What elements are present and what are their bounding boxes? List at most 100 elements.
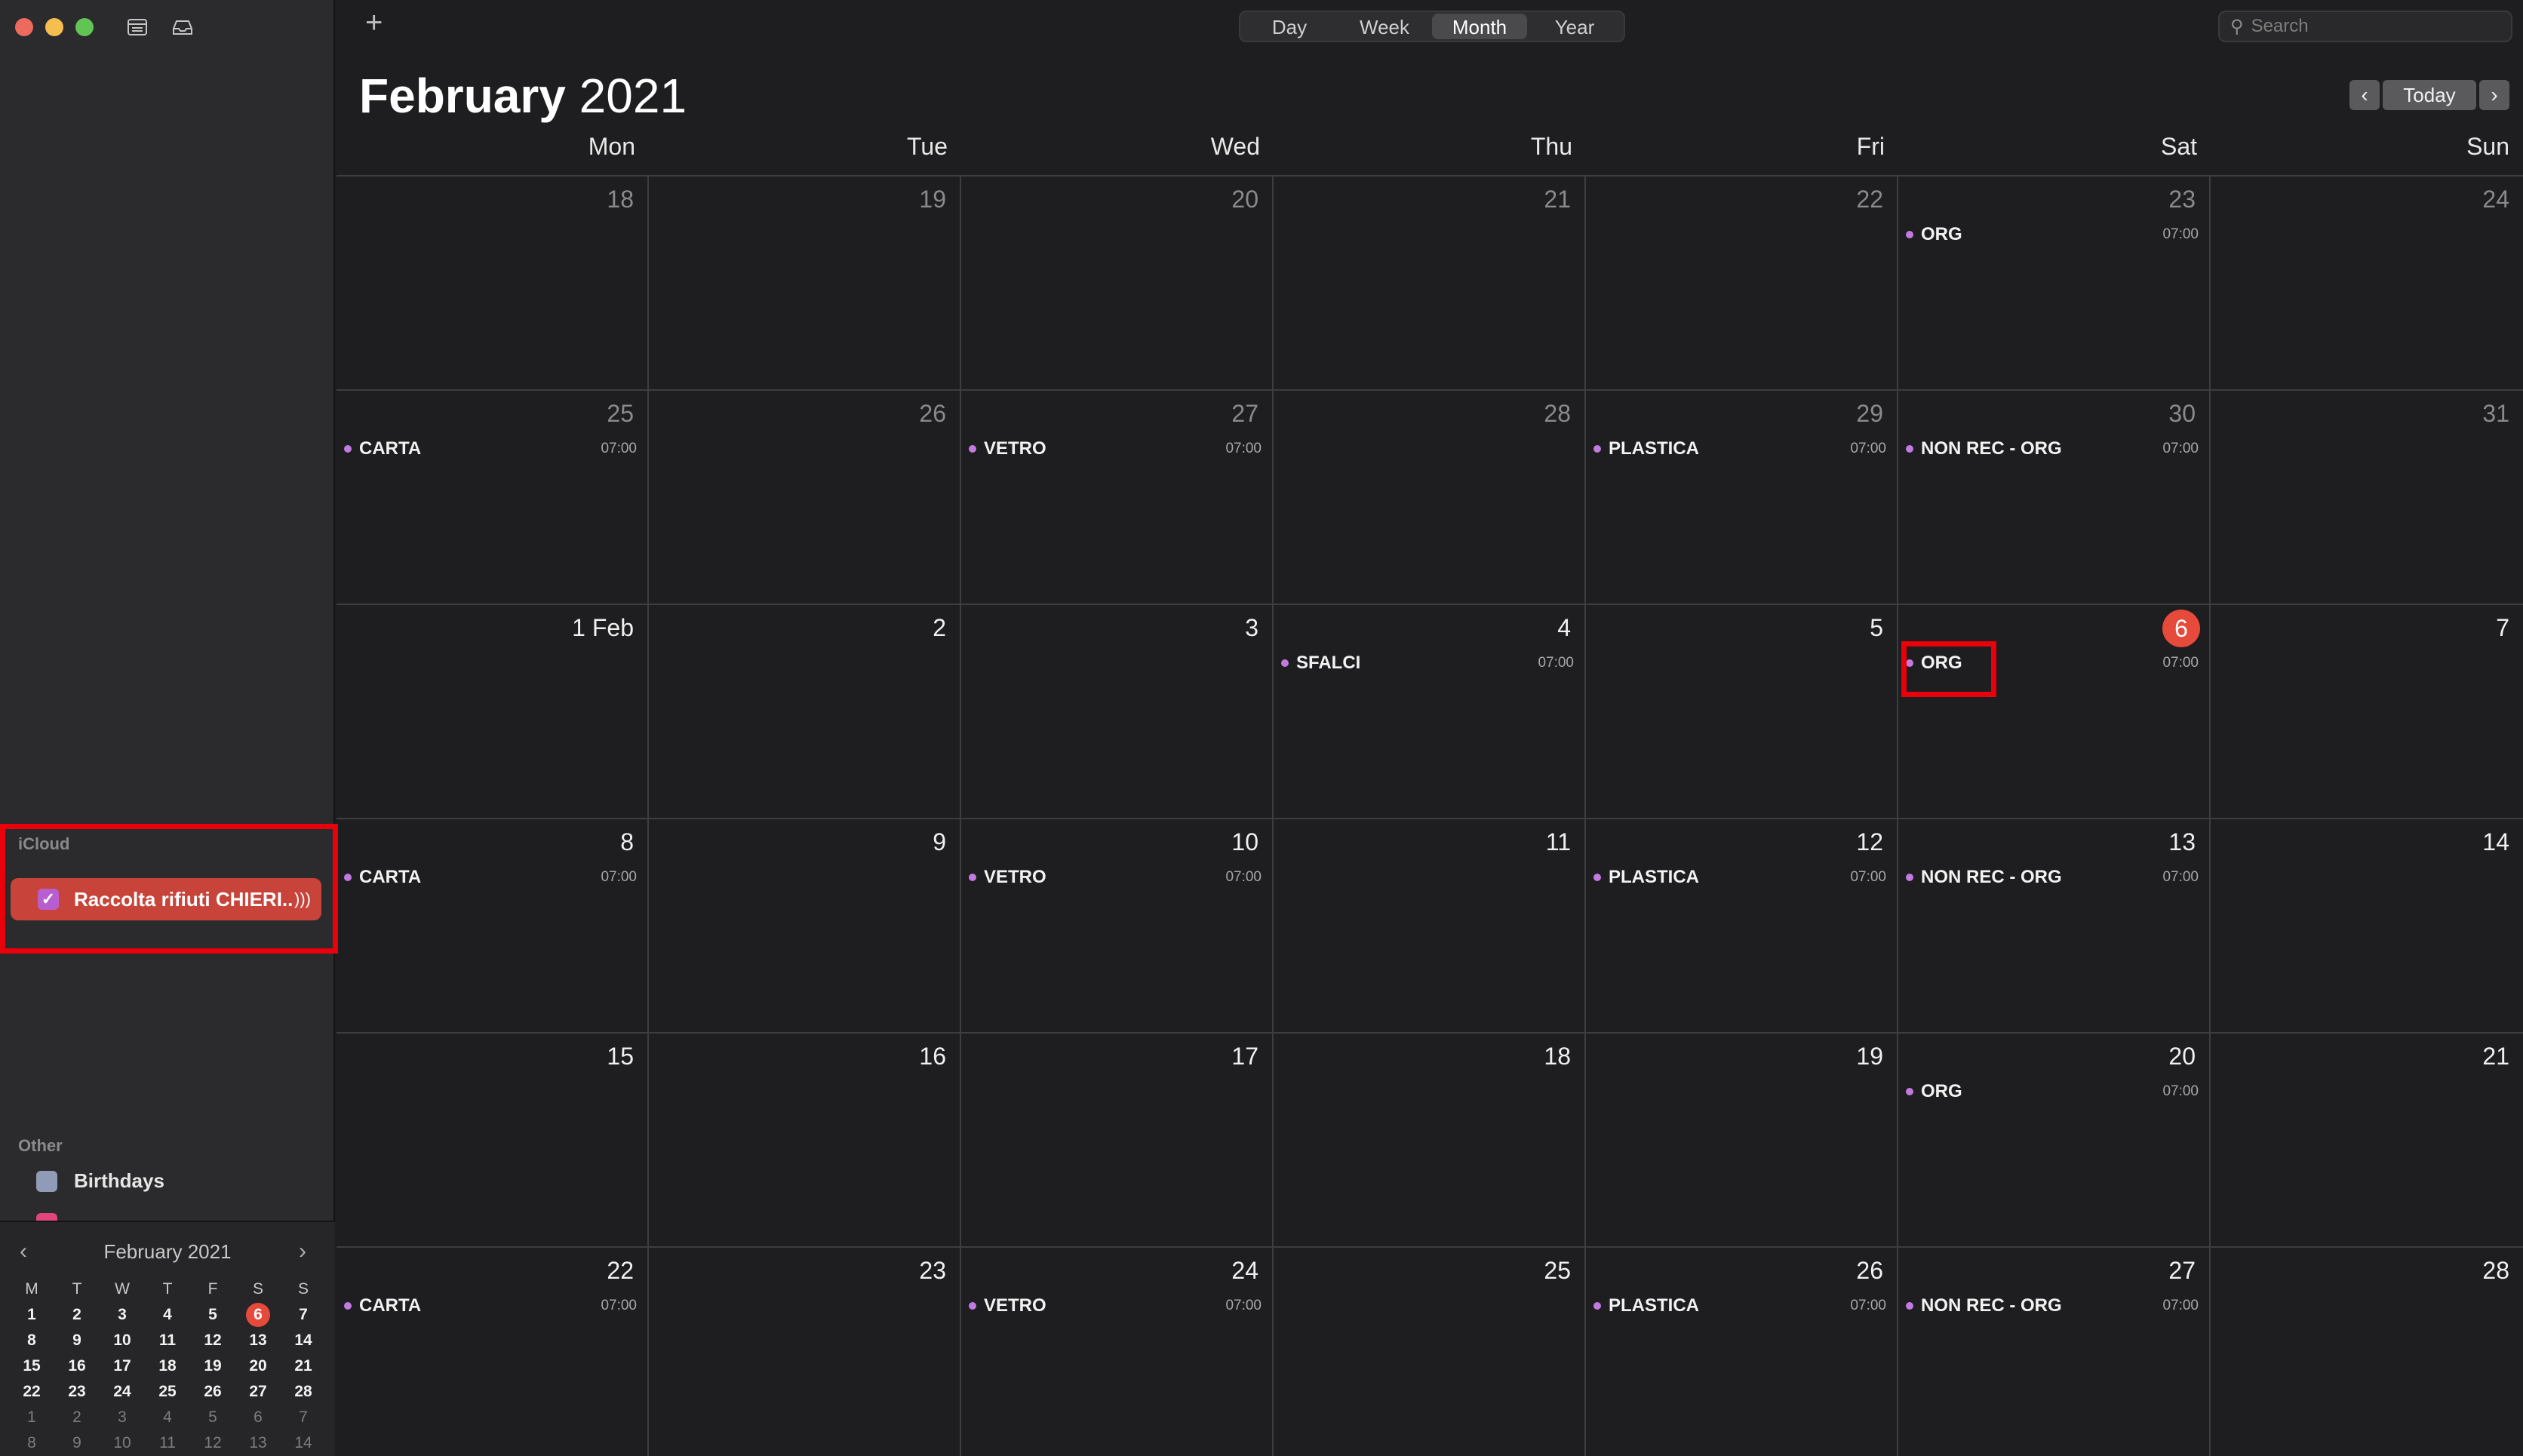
calendar-event[interactable]: NON REC - ORG 07:00 xyxy=(1906,865,2199,890)
calendar-event[interactable]: NON REC - ORG 07:00 xyxy=(1906,436,2199,462)
mini-day[interactable]: 12 xyxy=(190,1430,235,1456)
mini-day[interactable]: 14 xyxy=(281,1430,326,1456)
mini-day[interactable]: 9 xyxy=(54,1328,100,1353)
mini-day[interactable]: 19 xyxy=(190,1353,235,1379)
day-cell[interactable]: 14 xyxy=(2211,819,2523,1034)
calendar-item-partial[interactable] xyxy=(36,1213,57,1221)
day-cell[interactable]: 16 xyxy=(649,1034,961,1248)
calendar-event[interactable]: CARTA 07:00 xyxy=(344,1293,637,1319)
mini-day[interactable]: 3 xyxy=(100,1405,145,1430)
day-cell[interactable]: 13 NON REC - ORG 07:00 xyxy=(1898,819,2211,1034)
day-cell[interactable]: 18 xyxy=(1274,1034,1586,1248)
checkbox-icon[interactable] xyxy=(36,1170,57,1192)
day-cell[interactable]: 24 VETRO 07:00 xyxy=(961,1248,1274,1456)
tab-year[interactable]: Year xyxy=(1527,14,1622,39)
search-input[interactable] xyxy=(2251,16,2493,37)
day-cell[interactable]: 15 xyxy=(337,1034,649,1248)
tab-month[interactable]: Month xyxy=(1432,14,1527,39)
calendar-event[interactable]: SFALCI 07:00 xyxy=(1281,650,1574,676)
day-cell[interactable]: 22 CARTA 07:00 xyxy=(337,1248,649,1456)
calendar-item-raccolta-rifiuti[interactable]: ✓ Raccolta rifiuti CHIERI... ))) xyxy=(11,878,321,920)
day-cell[interactable]: 12 PLASTICA 07:00 xyxy=(1586,819,1898,1034)
tab-day[interactable]: Day xyxy=(1242,14,1337,39)
day-cell[interactable]: 19 xyxy=(649,177,961,391)
day-cell[interactable]: 18 xyxy=(337,177,649,391)
zoom-window-button[interactable] xyxy=(75,18,94,36)
mini-day[interactable]: 2 xyxy=(54,1302,100,1328)
mini-day[interactable]: 11 xyxy=(145,1430,190,1456)
day-cell[interactable]: 8 CARTA 07:00 xyxy=(337,819,649,1034)
mini-next-month-icon[interactable]: › xyxy=(299,1239,306,1264)
calendar-event[interactable]: PLASTICA 07:00 xyxy=(1593,436,1886,462)
mini-day[interactable]: 20 xyxy=(235,1353,281,1379)
mini-day[interactable]: 7 xyxy=(281,1405,326,1430)
day-cell[interactable]: 21 xyxy=(2211,1034,2523,1248)
day-cell[interactable]: 4 SFALCI 07:00 xyxy=(1274,605,1586,819)
day-cell[interactable]: 2 xyxy=(649,605,961,819)
day-cell[interactable]: 29 PLASTICA 07:00 xyxy=(1586,391,1898,605)
day-cell[interactable]: 28 xyxy=(2211,1248,2523,1456)
mini-day[interactable]: 10 xyxy=(100,1328,145,1353)
mini-day[interactable]: 6 xyxy=(235,1405,281,1430)
day-cell[interactable]: 28 xyxy=(1274,391,1586,605)
mini-day[interactable]: 8 xyxy=(9,1430,54,1456)
mini-day[interactable]: 24 xyxy=(100,1379,145,1405)
day-cell[interactable]: 24 xyxy=(2211,177,2523,391)
calendar-event[interactable]: VETRO 07:00 xyxy=(969,1293,1262,1319)
mini-day[interactable]: 13 xyxy=(235,1430,281,1456)
day-cell[interactable]: 19 xyxy=(1586,1034,1898,1248)
mini-day[interactable]: 9 xyxy=(54,1430,100,1456)
mini-day[interactable]: 27 xyxy=(235,1379,281,1405)
day-cell[interactable]: 5 xyxy=(1586,605,1898,819)
day-cell[interactable]: 25 xyxy=(1274,1248,1586,1456)
next-month-button[interactable]: › xyxy=(2479,80,2509,110)
add-event-button[interactable]: + xyxy=(365,6,383,40)
day-cell[interactable]: 23 ORG 07:00 xyxy=(1898,177,2211,391)
search-field[interactable]: ⚲ xyxy=(2218,11,2512,42)
calendar-event[interactable]: ORG 07:00 xyxy=(1906,1079,2199,1104)
day-cell[interactable]: 1 Feb xyxy=(337,605,649,819)
mini-day[interactable]: 17 xyxy=(100,1353,145,1379)
day-cell[interactable]: 6 ORG 07:00 xyxy=(1898,605,2211,819)
calendar-event[interactable]: NON REC - ORG 07:00 xyxy=(1906,1293,2199,1319)
day-cell[interactable]: 3 xyxy=(961,605,1274,819)
mini-day[interactable]: 4 xyxy=(145,1405,190,1430)
day-cell[interactable]: 31 xyxy=(2211,391,2523,605)
calendar-event[interactable]: CARTA 07:00 xyxy=(344,436,637,462)
mini-day[interactable]: 13 xyxy=(235,1328,281,1353)
day-cell[interactable]: 30 NON REC - ORG 07:00 xyxy=(1898,391,2211,605)
mini-day[interactable]: 21 xyxy=(281,1353,326,1379)
day-cell[interactable]: 21 xyxy=(1274,177,1586,391)
mini-day[interactable]: 1 xyxy=(9,1302,54,1328)
day-cell[interactable]: 27 VETRO 07:00 xyxy=(961,391,1274,605)
mini-day[interactable]: 12 xyxy=(190,1328,235,1353)
mini-day[interactable]: 3 xyxy=(100,1302,145,1328)
calendar-event[interactable]: CARTA 07:00 xyxy=(344,865,637,890)
calendar-event[interactable]: PLASTICA 07:00 xyxy=(1593,1293,1886,1319)
mini-day[interactable]: 5 xyxy=(190,1405,235,1430)
inbox-icon[interactable] xyxy=(167,14,198,41)
day-cell[interactable]: 25 CARTA 07:00 xyxy=(337,391,649,605)
checkbox-checked-icon[interactable]: ✓ xyxy=(38,889,59,910)
calendar-event[interactable]: VETRO 07:00 xyxy=(969,436,1262,462)
day-cell[interactable]: 20 xyxy=(961,177,1274,391)
day-cell[interactable]: 26 PLASTICA 07:00 xyxy=(1586,1248,1898,1456)
mini-day[interactable]: 10 xyxy=(100,1430,145,1456)
previous-month-button[interactable]: ‹ xyxy=(2349,80,2380,110)
day-cell[interactable]: 10 VETRO 07:00 xyxy=(961,819,1274,1034)
mini-day[interactable]: 7 xyxy=(281,1302,326,1328)
mini-day[interactable]: 2 xyxy=(54,1405,100,1430)
mini-day[interactable]: 23 xyxy=(54,1379,100,1405)
mini-day[interactable]: 18 xyxy=(145,1353,190,1379)
day-cell[interactable]: 11 xyxy=(1274,819,1586,1034)
mini-day[interactable]: 15 xyxy=(9,1353,54,1379)
mini-day[interactable]: 5 xyxy=(190,1302,235,1328)
mini-day[interactable]: 11 xyxy=(145,1328,190,1353)
mini-day[interactable]: 22 xyxy=(9,1379,54,1405)
today-button[interactable]: Today xyxy=(2383,80,2476,110)
calendar-event[interactable]: VETRO 07:00 xyxy=(969,865,1262,890)
day-cell[interactable]: 27 NON REC - ORG 07:00 xyxy=(1898,1248,2211,1456)
mini-day[interactable]: 26 xyxy=(190,1379,235,1405)
mini-day[interactable]: 16 xyxy=(54,1353,100,1379)
tab-week[interactable]: Week xyxy=(1337,14,1432,39)
